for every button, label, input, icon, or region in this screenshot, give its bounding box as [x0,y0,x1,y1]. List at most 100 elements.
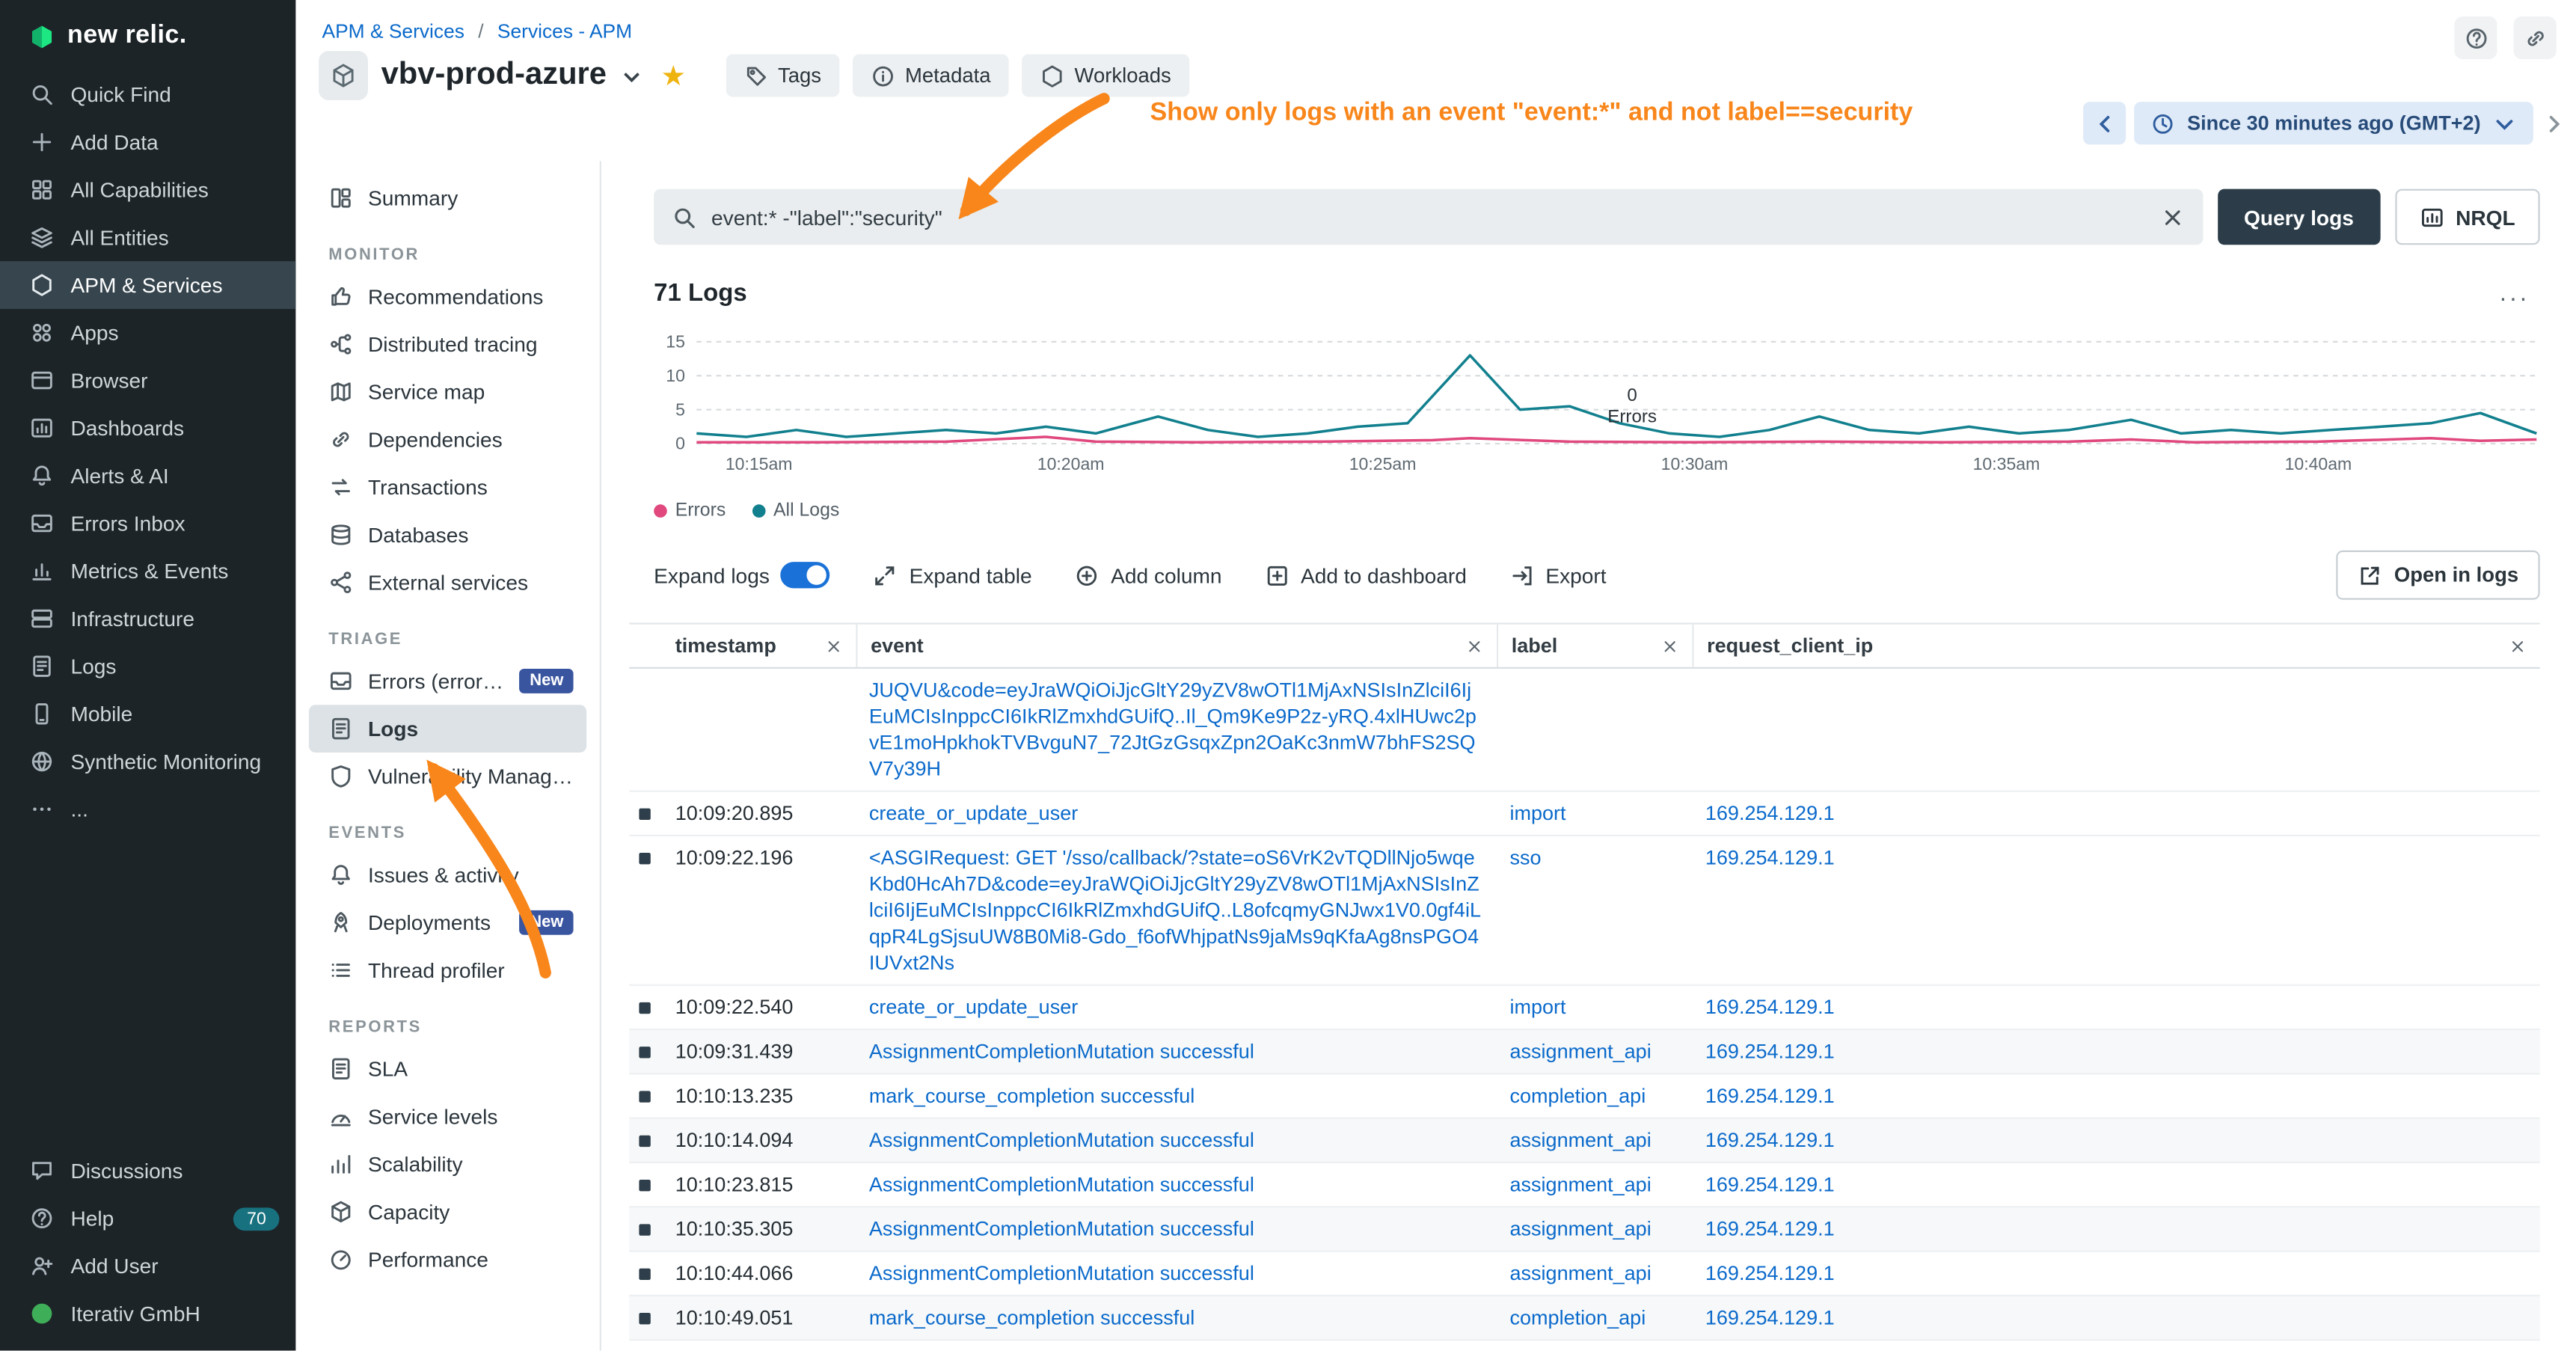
log-ip-link[interactable]: 169.254.129.1 [1705,996,1835,1019]
sidebar-item-quick-find[interactable]: Quick Find [0,70,295,118]
nrql-button[interactable]: NRQL [2395,189,2540,245]
panel-next-chevron[interactable] [2542,111,2566,135]
expand-table-button[interactable]: Expand table [873,563,1031,587]
chip-metadata[interactable]: Metadata [853,54,1009,96]
log-query-input[interactable]: event:* -"label":"security" [654,189,2203,245]
entity-nav-service-levels[interactable]: Service levels [309,1093,586,1141]
add-column-button[interactable]: Add column [1075,563,1222,587]
entity-nav-scalability[interactable]: Scalability [309,1140,586,1188]
legend-errors[interactable]: Errors [654,501,726,521]
sidebar-item-dashboards[interactable]: Dashboards [0,404,295,452]
sidebar-footer-discussions[interactable]: Discussions [0,1147,295,1195]
entity-nav-external-services[interactable]: External services [309,559,586,607]
entity-nav-logs[interactable]: Logs [309,705,586,753]
remove-column-request-client-ip-icon[interactable] [2509,637,2527,655]
more-options-icon[interactable]: ... [2490,278,2540,309]
log-label-link[interactable]: assignment_api [1510,1218,1652,1241]
expand-logs-toggle[interactable]: Expand logs [654,562,830,588]
sidebar-item-apps[interactable]: Apps [0,309,295,357]
entity-nav-issues-activity[interactable]: Issues & activity [309,851,586,899]
log-label-link[interactable]: import [1510,996,1566,1019]
entity-nav-performance[interactable]: Performance [309,1236,586,1284]
entity-nav-service-map[interactable]: Service map [309,368,586,416]
sidebar-item-all-capabilities[interactable]: All Capabilities [0,166,295,214]
sidebar-item-apm-services[interactable]: APM & Services [0,261,295,309]
entity-nav-vulnerability-management[interactable]: Vulnerability Management [309,753,586,800]
entity-dropdown-chevron-icon[interactable] [620,64,645,88]
breadcrumb-services-apm[interactable]: Services - APM [497,19,632,43]
log-label-link[interactable]: assignment_api [1510,1040,1652,1063]
log-label-link[interactable]: assignment_api [1510,1173,1652,1196]
log-row[interactable]: 10:09:31.439AssignmentCompletionMutation… [629,1030,2539,1074]
entity-nav-transactions[interactable]: Transactions [309,463,586,511]
entity-nav-deployments[interactable]: DeploymentsNew [309,898,586,946]
log-ip-link[interactable]: 169.254.129.1 [1705,1306,1835,1329]
log-event-link[interactable]: mark_course_completion successful [869,1085,1195,1108]
log-row[interactable]: 10:09:22.196<ASGIRequest: GET '/sso/call… [629,836,2539,986]
remove-column-label-icon[interactable] [1661,637,1679,655]
sidebar-footer-add-user[interactable]: Add User [0,1243,295,1290]
log-label-link[interactable]: completion_api [1510,1085,1646,1108]
sidebar-item-synthetic-monitoring[interactable]: Synthetic Monitoring [0,738,295,785]
newrelic-logo[interactable]: new relic. [0,0,295,70]
log-event-link[interactable]: AssignmentCompletionMutation successful [869,1173,1254,1196]
add-to-dashboard-button[interactable]: Add to dashboard [1265,563,1467,587]
log-row[interactable]: 10:09:22.540create_or_update_userimport1… [629,986,2539,1030]
entity-nav-sla[interactable]: SLA [309,1045,586,1093]
log-row[interactable]: 10:10:35.305AssignmentCompletionMutation… [629,1207,2539,1252]
sidebar-footer-help[interactable]: Help70 [0,1195,295,1243]
entity-nav-dependencies[interactable]: Dependencies [309,416,586,464]
log-ip-link[interactable]: 169.254.129.1 [1705,846,1835,869]
log-ip-link[interactable]: 169.254.129.1 [1705,1085,1835,1108]
log-ip-link[interactable]: 169.254.129.1 [1705,802,1835,825]
entity-nav-databases[interactable]: Databases [309,511,586,559]
sidebar-item-all-entities[interactable]: All Entities [0,214,295,262]
log-event-link[interactable]: AssignmentCompletionMutation successful [869,1262,1254,1285]
time-picker[interactable]: Since 30 minutes ago (GMT+2) [2135,102,2533,144]
log-row[interactable]: 10:11:00.311AssignmentCompletionMutation… [629,1341,2539,1350]
help-circle-button[interactable] [2454,16,2497,59]
log-event-link[interactable]: AssignmentCompletionMutation successful [869,1129,1254,1152]
log-label-link[interactable]: import [1510,802,1566,825]
sidebar-footer-iterativ-gmbh[interactable]: Iterativ GmbH [0,1290,295,1338]
entity-nav-capacity[interactable]: Capacity [309,1188,586,1236]
clear-query-icon[interactable] [2160,204,2185,229]
log-ip-link[interactable]: 169.254.129.1 [1705,1040,1835,1063]
breadcrumb-apm-services[interactable]: APM & Services [322,19,464,43]
remove-column-timestamp-icon[interactable] [825,637,843,655]
sidebar-item-metrics-events[interactable]: Metrics & Events [0,547,295,595]
entity-nav-thread-profiler[interactable]: Thread profiler [309,946,586,994]
toggle-on-icon[interactable] [781,562,830,588]
log-row[interactable]: 10:10:44.066AssignmentCompletionMutation… [629,1252,2539,1296]
sidebar-item-logs[interactable]: Logs [0,643,295,690]
log-label-link[interactable]: assignment_api [1510,1129,1652,1152]
legend-all-logs[interactable]: All Logs [752,501,839,521]
export-button[interactable]: Export [1509,563,1607,587]
time-back-button[interactable] [2084,102,2126,144]
sidebar-item-add-data[interactable]: Add Data [0,118,295,166]
favorite-star-icon[interactable]: ★ [661,61,686,89]
log-event-link[interactable]: create_or_update_user [869,802,1078,825]
log-event-link[interactable]: AssignmentCompletionMutation successful [869,1218,1254,1241]
chip-tags[interactable]: Tags [726,54,839,96]
log-row[interactable]: 10:10:14.094AssignmentCompletionMutation… [629,1119,2539,1163]
entity-nav-recommendations[interactable]: Recommendations [309,273,586,321]
log-row[interactable]: 10:10:49.051mark_course_completion succe… [629,1296,2539,1341]
sidebar-item-browser[interactable]: Browser [0,357,295,405]
log-row[interactable]: 10:10:13.235mark_course_completion succe… [629,1074,2539,1118]
log-row[interactable]: 10:10:23.815AssignmentCompletionMutation… [629,1163,2539,1207]
permalink-button[interactable] [2514,16,2557,59]
log-row[interactable]: JUQVU&code=eyJraWQiOiJjcGltY29yZV8wOTl1M… [629,669,2539,792]
log-event-link[interactable]: create_or_update_user [869,996,1078,1019]
log-label-link[interactable]: sso [1510,846,1542,869]
chip-workloads[interactable]: Workloads [1022,54,1189,96]
sidebar-item-infrastructure[interactable]: Infrastructure [0,595,295,643]
log-label-link[interactable]: assignment_api [1510,1262,1652,1285]
log-row[interactable]: 10:09:20.895create_or_update_userimport1… [629,792,2539,836]
log-ip-link[interactable]: 169.254.129.1 [1705,1218,1835,1241]
open-in-logs-button[interactable]: Open in logs [2337,551,2540,600]
entity-nav-summary[interactable]: Summary [309,174,586,222]
sidebar-item-item[interactable]: ... [0,785,295,833]
log-ip-link[interactable]: 169.254.129.1 [1705,1173,1835,1196]
log-ip-link[interactable]: 169.254.129.1 [1705,1129,1835,1152]
